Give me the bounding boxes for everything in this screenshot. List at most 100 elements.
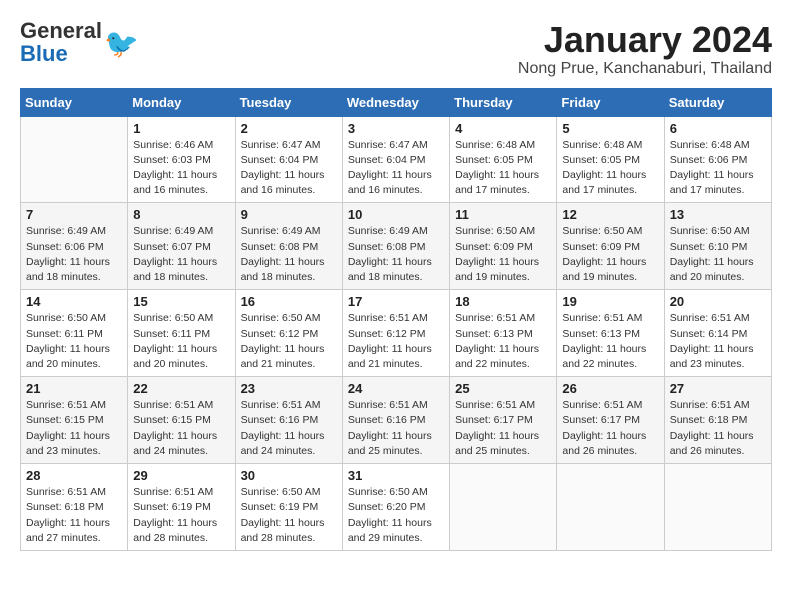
- logo-bird-icon: 🐦: [104, 27, 139, 60]
- day-number: 5: [562, 121, 658, 136]
- calendar-week-row: 1 Sunrise: 6:46 AM Sunset: 6:03 PM Daylig…: [21, 116, 772, 203]
- calendar-cell: 3Sunrise: 6:47 AM Sunset: 6:04 PM Daylig…: [342, 116, 449, 203]
- day-info: Sunrise: 6:51 AM Sunset: 6:18 PM Dayligh…: [670, 398, 766, 459]
- calendar-cell: [664, 464, 771, 551]
- day-number: 15: [133, 294, 229, 309]
- calendar-cell: 10 Sunrise: 6:49 AM Sunset: 6:08 PM Dayli…: [342, 203, 449, 290]
- title-block: January 2024 Nong Prue, Kanchanaburi, Th…: [518, 20, 772, 78]
- calendar-cell: 28 Sunrise: 6:51 AM Sunset: 6:18 PM Dayli…: [21, 464, 128, 551]
- day-number: 18: [455, 294, 551, 309]
- day-number: 1: [133, 121, 229, 136]
- calendar-body: 1 Sunrise: 6:46 AM Sunset: 6:03 PM Daylig…: [21, 116, 772, 550]
- calendar-cell: 6 Sunrise: 6:48 AM Sunset: 6:06 PM Daylig…: [664, 116, 771, 203]
- calendar-table: SundayMondayTuesdayWednesdayThursdayFrid…: [20, 88, 772, 551]
- calendar-cell: 20 Sunrise: 6:51 AM Sunset: 6:14 PM Dayli…: [664, 290, 771, 377]
- calendar-header-thursday: Thursday: [450, 88, 557, 116]
- day-info: Sunrise: 6:49 AM Sunset: 6:08 PM Dayligh…: [348, 224, 444, 285]
- calendar-week-row: 14 Sunrise: 6:50 AM Sunset: 6:11 PM Dayli…: [21, 290, 772, 377]
- calendar-cell: 15 Sunrise: 6:50 AM Sunset: 6:11 PM Dayli…: [128, 290, 235, 377]
- day-info: Sunrise: 6:51 AM Sunset: 6:13 PM Dayligh…: [562, 311, 658, 372]
- calendar-cell: 17 Sunrise: 6:51 AM Sunset: 6:12 PM Dayli…: [342, 290, 449, 377]
- calendar-cell: 27 Sunrise: 6:51 AM Sunset: 6:18 PM Dayli…: [664, 377, 771, 464]
- calendar-cell: 25Sunrise: 6:51 AM Sunset: 6:17 PM Dayli…: [450, 377, 557, 464]
- calendar-cell: 26Sunrise: 6:51 AM Sunset: 6:17 PM Dayli…: [557, 377, 664, 464]
- day-number: 9: [241, 207, 337, 222]
- calendar-cell: 23 Sunrise: 6:51 AM Sunset: 6:16 PM Dayli…: [235, 377, 342, 464]
- day-number: 12: [562, 207, 658, 222]
- calendar-cell: 18Sunrise: 6:51 AM Sunset: 6:13 PM Dayli…: [450, 290, 557, 377]
- day-number: 2: [241, 121, 337, 136]
- day-number: 11: [455, 207, 551, 222]
- day-info: Sunrise: 6:50 AM Sunset: 6:11 PM Dayligh…: [26, 311, 122, 372]
- calendar-week-row: 21Sunrise: 6:51 AM Sunset: 6:15 PM Dayli…: [21, 377, 772, 464]
- calendar-cell: 19 Sunrise: 6:51 AM Sunset: 6:13 PM Dayli…: [557, 290, 664, 377]
- day-info: Sunrise: 6:50 AM Sunset: 6:20 PM Dayligh…: [348, 485, 444, 546]
- day-number: 25: [455, 381, 551, 396]
- day-number: 16: [241, 294, 337, 309]
- day-info: Sunrise: 6:50 AM Sunset: 6:09 PM Dayligh…: [455, 224, 551, 285]
- day-info: Sunrise: 6:51 AM Sunset: 6:19 PM Dayligh…: [133, 485, 229, 546]
- calendar-header-wednesday: Wednesday: [342, 88, 449, 116]
- page-header: General Blue 🐦 January 2024 Nong Prue, K…: [20, 20, 772, 78]
- day-info: Sunrise: 6:51 AM Sunset: 6:12 PM Dayligh…: [348, 311, 444, 372]
- day-number: 20: [670, 294, 766, 309]
- calendar-cell: 12 Sunrise: 6:50 AM Sunset: 6:09 PM Dayli…: [557, 203, 664, 290]
- calendar-cell: 4 Sunrise: 6:48 AM Sunset: 6:05 PM Daylig…: [450, 116, 557, 203]
- day-number: 28: [26, 468, 122, 483]
- day-info: Sunrise: 6:51 AM Sunset: 6:16 PM Dayligh…: [348, 398, 444, 459]
- calendar-cell: 2 Sunrise: 6:47 AM Sunset: 6:04 PM Daylig…: [235, 116, 342, 203]
- calendar-header-friday: Friday: [557, 88, 664, 116]
- day-number: 17: [348, 294, 444, 309]
- day-info: Sunrise: 6:46 AM Sunset: 6:03 PM Dayligh…: [133, 138, 229, 199]
- calendar-cell: 30 Sunrise: 6:50 AM Sunset: 6:19 PM Dayli…: [235, 464, 342, 551]
- day-info: Sunrise: 6:47 AM Sunset: 6:04 PM Dayligh…: [241, 138, 337, 199]
- day-number: 19: [562, 294, 658, 309]
- day-info: Sunrise: 6:50 AM Sunset: 6:10 PM Dayligh…: [670, 224, 766, 285]
- day-info: Sunrise: 6:50 AM Sunset: 6:11 PM Dayligh…: [133, 311, 229, 372]
- day-info: Sunrise: 6:51 AM Sunset: 6:14 PM Dayligh…: [670, 311, 766, 372]
- calendar-cell: 29Sunrise: 6:51 AM Sunset: 6:19 PM Dayli…: [128, 464, 235, 551]
- logo-blue-text: Blue: [20, 41, 68, 66]
- day-info: Sunrise: 6:51 AM Sunset: 6:16 PM Dayligh…: [241, 398, 337, 459]
- calendar-cell: 9 Sunrise: 6:49 AM Sunset: 6:08 PM Daylig…: [235, 203, 342, 290]
- day-number: 6: [670, 121, 766, 136]
- day-number: 13: [670, 207, 766, 222]
- logo: General Blue 🐦: [20, 20, 139, 66]
- day-info: Sunrise: 6:50 AM Sunset: 6:09 PM Dayligh…: [562, 224, 658, 285]
- day-info: Sunrise: 6:49 AM Sunset: 6:07 PM Dayligh…: [133, 224, 229, 285]
- calendar-cell: [450, 464, 557, 551]
- calendar-header-tuesday: Tuesday: [235, 88, 342, 116]
- day-number: 3: [348, 121, 444, 136]
- day-number: 4: [455, 121, 551, 136]
- calendar-cell: 7 Sunrise: 6:49 AM Sunset: 6:06 PM Daylig…: [21, 203, 128, 290]
- calendar-cell: [557, 464, 664, 551]
- day-number: 31: [348, 468, 444, 483]
- day-info: Sunrise: 6:51 AM Sunset: 6:15 PM Dayligh…: [26, 398, 122, 459]
- day-number: 27: [670, 381, 766, 396]
- day-number: 14: [26, 294, 122, 309]
- calendar-cell: 14 Sunrise: 6:50 AM Sunset: 6:11 PM Dayli…: [21, 290, 128, 377]
- calendar-cell: 8Sunrise: 6:49 AM Sunset: 6:07 PM Daylig…: [128, 203, 235, 290]
- calendar-cell: 21Sunrise: 6:51 AM Sunset: 6:15 PM Dayli…: [21, 377, 128, 464]
- day-info: Sunrise: 6:49 AM Sunset: 6:08 PM Dayligh…: [241, 224, 337, 285]
- day-info: Sunrise: 6:49 AM Sunset: 6:06 PM Dayligh…: [26, 224, 122, 285]
- day-info: Sunrise: 6:50 AM Sunset: 6:19 PM Dayligh…: [241, 485, 337, 546]
- day-number: 10: [348, 207, 444, 222]
- day-info: Sunrise: 6:48 AM Sunset: 6:06 PM Dayligh…: [670, 138, 766, 199]
- day-number: 22: [133, 381, 229, 396]
- calendar-cell: 16Sunrise: 6:50 AM Sunset: 6:12 PM Dayli…: [235, 290, 342, 377]
- day-info: Sunrise: 6:51 AM Sunset: 6:18 PM Dayligh…: [26, 485, 122, 546]
- calendar-cell: 24Sunrise: 6:51 AM Sunset: 6:16 PM Dayli…: [342, 377, 449, 464]
- calendar-cell: 5Sunrise: 6:48 AM Sunset: 6:05 PM Daylig…: [557, 116, 664, 203]
- calendar-header-row: SundayMondayTuesdayWednesdayThursdayFrid…: [21, 88, 772, 116]
- day-info: Sunrise: 6:48 AM Sunset: 6:05 PM Dayligh…: [455, 138, 551, 199]
- day-number: 7: [26, 207, 122, 222]
- day-number: 23: [241, 381, 337, 396]
- calendar-cell: 31 Sunrise: 6:50 AM Sunset: 6:20 PM Dayli…: [342, 464, 449, 551]
- main-title: January 2024: [518, 20, 772, 60]
- day-number: 30: [241, 468, 337, 483]
- sub-title: Nong Prue, Kanchanaburi, Thailand: [518, 60, 772, 78]
- calendar-week-row: 28 Sunrise: 6:51 AM Sunset: 6:18 PM Dayli…: [21, 464, 772, 551]
- calendar-week-row: 7 Sunrise: 6:49 AM Sunset: 6:06 PM Daylig…: [21, 203, 772, 290]
- day-info: Sunrise: 6:51 AM Sunset: 6:15 PM Dayligh…: [133, 398, 229, 459]
